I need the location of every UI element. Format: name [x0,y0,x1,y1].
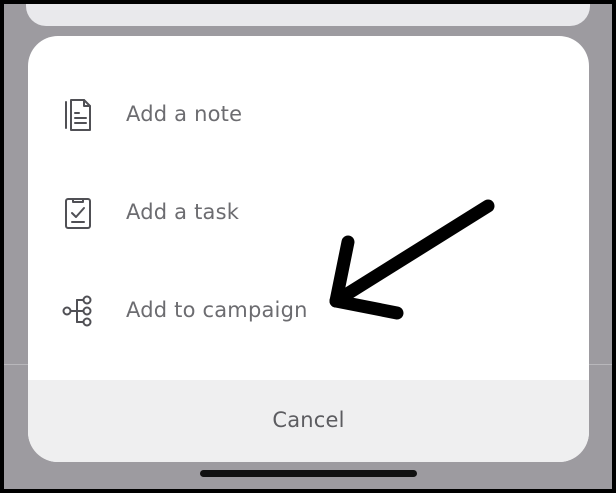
add-to-campaign-option[interactable]: Add to campaign [28,281,589,341]
add-to-campaign-label: Add to campaign [126,298,308,322]
cancel-label: Cancel [272,408,345,432]
document-note-icon [60,97,96,133]
campaign-flow-icon [60,293,96,329]
home-indicator [200,470,417,477]
add-task-label: Add a task [126,200,240,224]
cancel-button[interactable]: Cancel [28,380,589,462]
background-card [26,4,590,26]
add-note-option[interactable]: Add a note [28,85,589,145]
screen: Add a note Add a task Add to campaign Ca… [4,4,612,489]
add-task-option[interactable]: Add a task [28,183,589,243]
add-note-label: Add a note [126,102,243,126]
action-sheet: Add a note Add a task Add to campaign Ca… [28,36,589,462]
task-checklist-icon [60,195,96,231]
